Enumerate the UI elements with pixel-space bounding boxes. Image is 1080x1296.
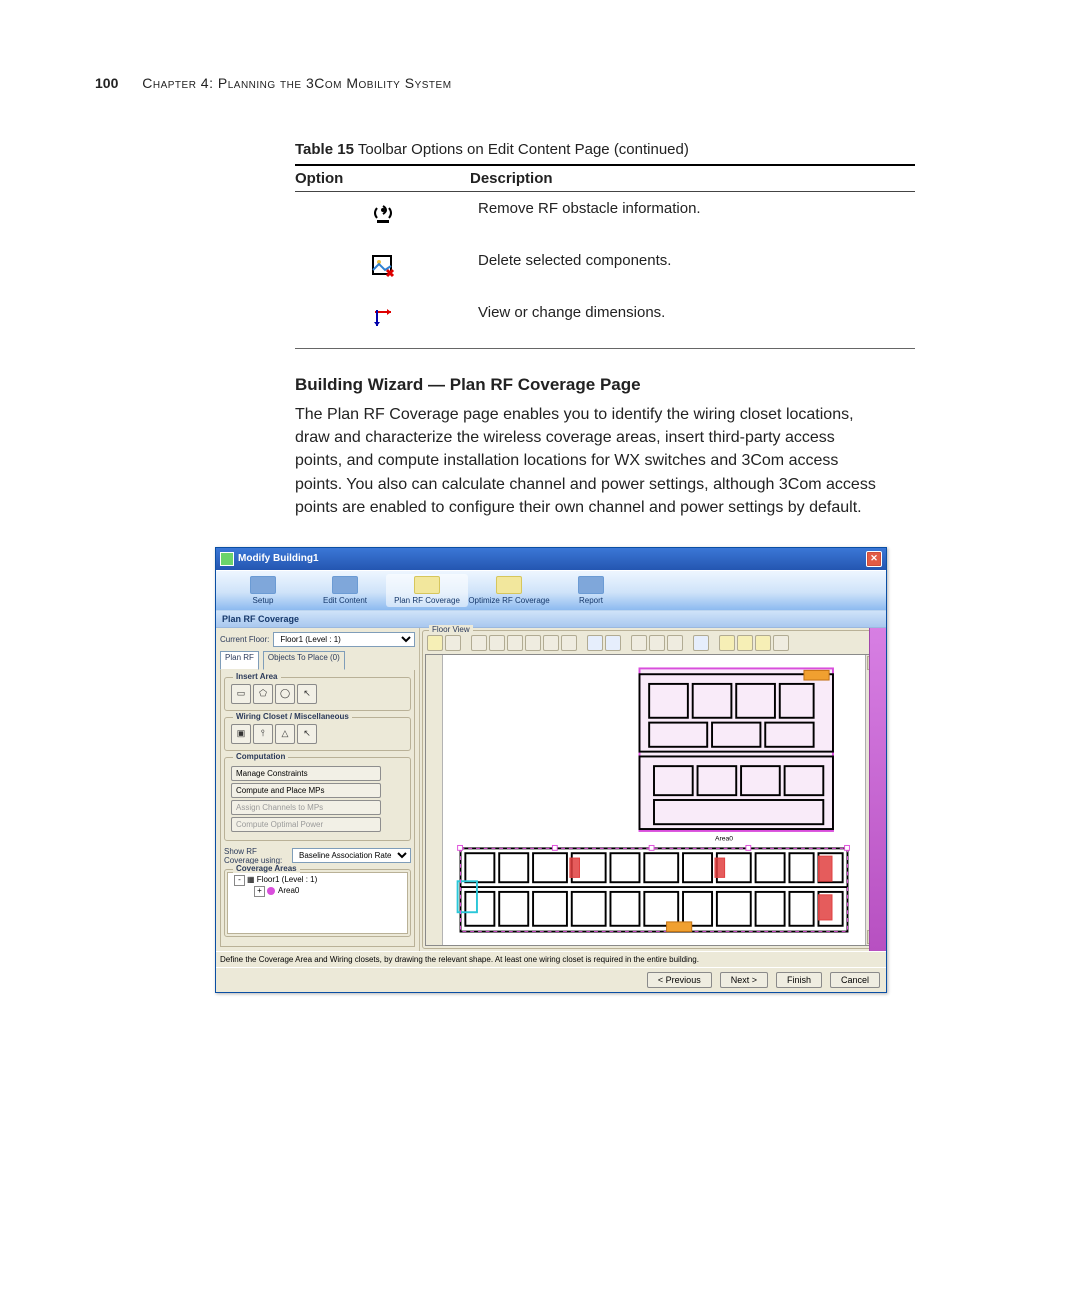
group-coverage-areas: Coverage Areas -▦ Floor1 (Level : 1) +Ar… (224, 869, 411, 937)
delete-components-icon (369, 252, 397, 280)
plan-rf-icon (414, 576, 440, 594)
collapse-icon[interactable]: - (234, 875, 245, 886)
zoom-in-icon[interactable] (489, 635, 505, 651)
panel-resizer[interactable] (869, 628, 886, 951)
expand-icon[interactable]: + (254, 886, 265, 897)
ap-options-icon-1[interactable] (719, 635, 735, 651)
tree-floor-node[interactable]: -▦ Floor1 (Level : 1) (230, 875, 405, 886)
redo-icon[interactable] (605, 635, 621, 651)
toolbar-options-table: Option Description Remove RF obstacle in… (295, 164, 915, 349)
table-desc: View or change dimensions. (470, 296, 915, 349)
wiring-closet-icon[interactable]: ▣ (231, 724, 251, 744)
section-heading: Building Wizard — Plan RF Coverage Page (295, 375, 985, 395)
undo-icon[interactable] (587, 635, 603, 651)
dimensions-icon (369, 304, 397, 332)
current-floor-select[interactable]: Floor1 (Level : 1) (273, 632, 415, 647)
stage-subheader: Plan RF Coverage (216, 610, 886, 628)
show-rf-label: Show RF Coverage using: (224, 847, 288, 865)
zoom-reset-icon[interactable] (525, 635, 541, 651)
table-row: Delete selected components. (295, 244, 915, 296)
col-option: Option (295, 165, 470, 192)
app-icon (220, 552, 234, 566)
page-header: 100 Chapter 4: Planning the 3Com Mobilit… (95, 75, 985, 91)
group-wiring-closet: Wiring Closet / Miscellaneous ▣ ⫯ △ ↖ (224, 717, 411, 751)
fit-icon[interactable] (471, 635, 487, 651)
floor-canvas[interactable]: Area0 (425, 654, 881, 946)
coverage-tree[interactable]: -▦ Floor1 (Level : 1) +Area0 (227, 872, 408, 934)
pencil-icon[interactable] (427, 635, 443, 651)
col-description: Description (470, 165, 915, 192)
page-number: 100 (95, 75, 118, 91)
section-body: The Plan RF Coverage page enables you to… (295, 403, 885, 519)
document-page: 100 Chapter 4: Planning the 3Com Mobilit… (0, 0, 1080, 1043)
area-label: Area0 (715, 836, 733, 843)
current-floor-label: Current Floor: (220, 635, 269, 644)
ap-options-icon-2[interactable] (737, 635, 753, 651)
show-rf-select[interactable]: Baseline Association Rate (292, 848, 411, 863)
vertical-ruler (426, 655, 443, 945)
third-party-ap-icon[interactable]: △ (275, 724, 295, 744)
pan-icon[interactable] (543, 635, 559, 651)
table-row: Remove RF obstacle information. (295, 192, 915, 245)
ap-remove-obstacle-icon (369, 200, 397, 228)
compute-power-button: Compute Optimal Power (231, 817, 381, 832)
step-edit-content[interactable]: Edit Content (304, 574, 386, 607)
table-desc: Remove RF obstacle information. (470, 192, 915, 245)
floor-plan-drawing: Area0 (446, 659, 862, 941)
zoom-out-icon[interactable] (507, 635, 523, 651)
floor-view-group: Floor View (422, 630, 884, 949)
previous-button[interactable]: < Previous (647, 972, 712, 988)
group-insert-area: Insert Area ▭ ⬠ ◯ ↖ (224, 677, 411, 711)
ap-options-icon-3[interactable] (755, 635, 771, 651)
setup-icon (250, 576, 276, 594)
insert-area-pointer-icon[interactable]: ↖ (297, 684, 317, 704)
tab-plan-rf[interactable]: Plan RF (220, 651, 259, 670)
window-title: Modify Building1 (238, 553, 319, 564)
table-desc: Delete selected components. (470, 244, 915, 296)
left-panel: Current Floor: Floor1 (Level : 1) Plan R… (216, 628, 420, 951)
wizard-button-bar: < Previous Next > Finish Cancel (216, 967, 886, 992)
table-caption-rest: Toolbar Options on Edit Content Page (co… (354, 141, 689, 158)
step-optimize-rf[interactable]: Optimize RF Coverage (468, 574, 550, 607)
step-plan-rf[interactable]: Plan RF Coverage (386, 574, 468, 607)
chart-icon[interactable] (693, 635, 709, 651)
wizard-ribbon: Setup Edit Content Plan RF Coverage Opti… (216, 570, 886, 610)
layer-icon-3[interactable] (667, 635, 683, 651)
next-button[interactable]: Next > (720, 972, 768, 988)
close-icon[interactable]: ✕ (866, 551, 882, 567)
insert-rect-icon[interactable]: ▭ (231, 684, 251, 704)
window-titlebar[interactable]: Modify Building1 ✕ (216, 548, 886, 570)
more-icon[interactable] (773, 635, 789, 651)
compute-place-mps-button[interactable]: Compute and Place MPs (231, 783, 381, 798)
tree-area-node[interactable]: +Area0 (230, 886, 405, 897)
optimize-rf-icon (496, 576, 522, 594)
print-icon[interactable] (561, 635, 577, 651)
step-setup[interactable]: Setup (222, 574, 304, 607)
insert-ellipse-icon[interactable]: ◯ (275, 684, 295, 704)
rf-detector-icon[interactable]: ⫯ (253, 724, 273, 744)
select-icon[interactable] (445, 635, 461, 651)
finish-button[interactable]: Finish (776, 972, 822, 988)
tab-objects-to-place[interactable]: Objects To Place (0) (263, 651, 345, 670)
table-caption: Table 15 Toolbar Options on Edit Content… (295, 141, 985, 158)
area-color-icon (267, 887, 275, 895)
assign-channels-button: Assign Channels to MPs (231, 800, 381, 815)
table-caption-number: Table 15 (295, 141, 354, 158)
chapter-label: Chapter 4: Planning the 3Com Mobility Sy… (142, 75, 451, 91)
insert-poly-icon[interactable]: ⬠ (253, 684, 273, 704)
table-row: View or change dimensions. (295, 296, 915, 349)
report-icon (578, 576, 604, 594)
cancel-button[interactable]: Cancel (830, 972, 880, 988)
floor-toolbar (425, 633, 881, 654)
manage-constraints-button[interactable]: Manage Constraints (231, 766, 381, 781)
group-computation: Computation Manage Constraints Compute a… (224, 757, 411, 841)
edit-content-icon (332, 576, 358, 594)
wiring-pointer-icon[interactable]: ↖ (297, 724, 317, 744)
step-report[interactable]: Report (550, 574, 632, 607)
hint-text: Define the Coverage Area and Wiring clos… (216, 951, 886, 967)
right-panel: Floor View (420, 628, 886, 951)
modify-building-window: Modify Building1 ✕ Setup Edit Content Pl… (215, 547, 887, 993)
layer-icon-2[interactable] (649, 635, 665, 651)
layer-icon-1[interactable] (631, 635, 647, 651)
